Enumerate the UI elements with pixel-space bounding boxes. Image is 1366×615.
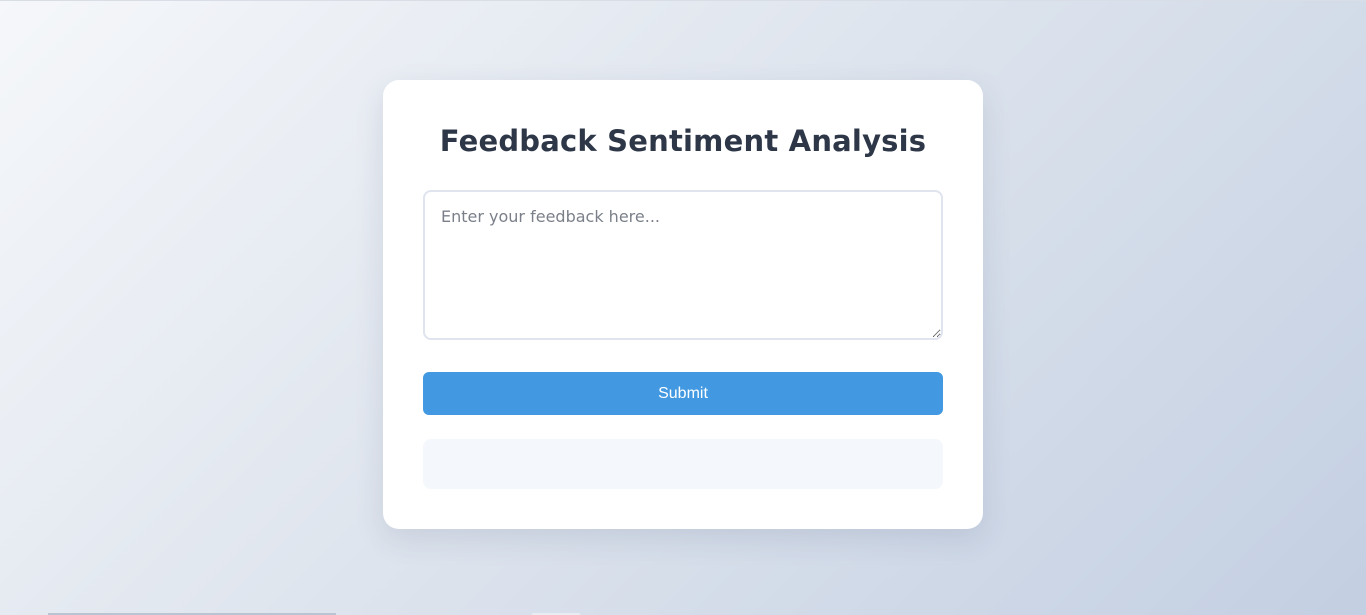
feedback-textarea[interactable] [423, 190, 943, 340]
submit-button[interactable]: Submit [423, 372, 943, 415]
top-divider [0, 0, 1366, 1]
feedback-card: Feedback Sentiment Analysis Submit [383, 80, 983, 529]
page-title: Feedback Sentiment Analysis [439, 124, 927, 158]
result-panel [423, 439, 943, 489]
